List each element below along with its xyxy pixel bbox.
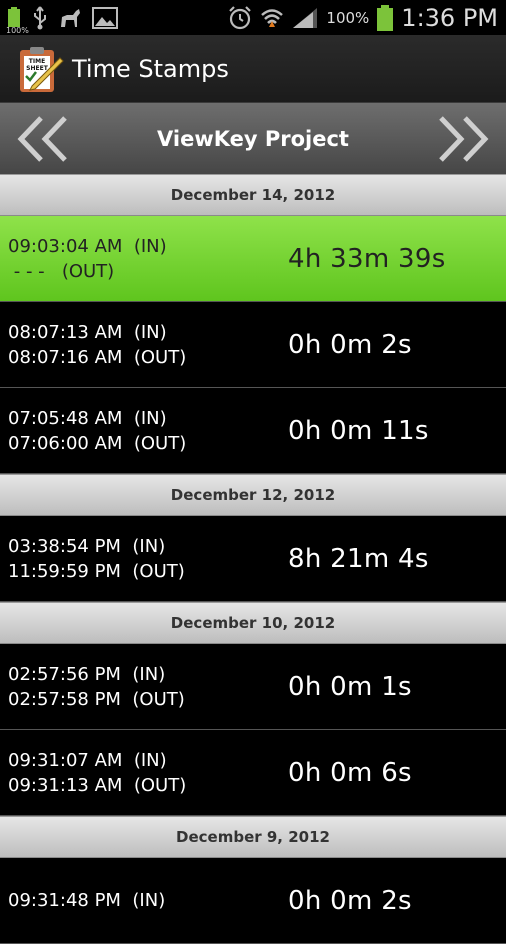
timestamp-entry[interactable]: 03:38:54 PM (IN) 11:59:59 PM (OUT) 8h 21…: [0, 516, 506, 602]
clock: 1:36 PM: [401, 3, 498, 32]
double-chevron-left-icon: [17, 115, 67, 162]
app-titlebar: TIME SHEET Time Stamps: [0, 35, 506, 103]
battery-icon: [377, 4, 394, 31]
timestamp-entry[interactable]: 09:31:07 AM (IN) 09:31:13 AM (OUT) 0h 0m…: [0, 730, 506, 816]
clock-out-time: 07:06:00 AM (OUT): [8, 432, 187, 454]
date-header: December 12, 2012: [0, 474, 506, 516]
timestamp-entry-active[interactable]: 09:03:04 AM (IN) - - - (OUT) 4h 33m 39s: [0, 216, 506, 302]
alarm-icon: [229, 5, 252, 29]
clock-in-time: 08:07:13 AM (IN): [8, 321, 167, 343]
signal-icon: [293, 7, 318, 28]
entry-duration: 0h 0m 2s: [288, 885, 412, 916]
entry-duration: 0h 0m 6s: [288, 757, 412, 788]
previous-project-button[interactable]: [12, 113, 74, 165]
project-bar: ViewKey Project: [0, 103, 506, 174]
status-bar: 100% 100% 1:36 PM: [0, 0, 506, 35]
battery-small-percent: 100%: [6, 25, 29, 35]
clock-out-time: 11:59:59 PM (OUT): [8, 560, 185, 582]
app-title: Time Stamps: [72, 54, 229, 83]
timestamp-entry[interactable]: 08:07:13 AM (IN) 08:07:16 AM (OUT) 0h 0m…: [0, 302, 506, 388]
date-header: December 14, 2012: [0, 174, 506, 216]
project-name: ViewKey Project: [157, 126, 349, 151]
clock-out-time: 09:31:13 AM (OUT): [8, 774, 187, 796]
usb-icon: [34, 5, 46, 29]
entry-duration: 0h 0m 11s: [288, 415, 429, 446]
clock-in-time: 03:38:54 PM (IN): [8, 535, 166, 557]
next-project-button[interactable]: [432, 113, 494, 165]
clock-in-time: 09:31:48 PM (IN): [8, 890, 166, 911]
date-header: December 9, 2012: [0, 816, 506, 858]
timesheet-clipboard-icon[interactable]: TIME SHEET: [18, 46, 64, 92]
clock-out-time: 02:57:58 PM (OUT): [8, 688, 185, 710]
image-icon: [92, 6, 118, 29]
animal-icon: [61, 8, 80, 27]
timestamp-list[interactable]: December 14, 2012 09:03:04 AM (IN) - - -…: [0, 174, 506, 944]
timestamp-entry[interactable]: 09:31:48 PM (IN) 0h 0m 2s: [0, 858, 506, 944]
timestamp-entry[interactable]: 07:05:48 AM (IN) 07:06:00 AM (OUT) 0h 0m…: [0, 388, 506, 474]
entry-duration: 4h 33m 39s: [288, 243, 446, 274]
entry-duration: 8h 21m 4s: [288, 543, 429, 574]
battery-percent: 100%: [326, 8, 370, 27]
entry-duration: 0h 0m 1s: [288, 671, 412, 702]
clock-out-time: - - - (OUT): [8, 260, 115, 282]
battery-small-icon: 100%: [6, 6, 29, 35]
double-chevron-right-icon: [439, 115, 489, 162]
date-header: December 10, 2012: [0, 602, 506, 644]
clock-out-time: 08:07:16 AM (OUT): [8, 346, 187, 368]
clock-in-time: 09:03:04 AM (IN): [8, 235, 167, 257]
clock-in-time: 07:05:48 AM (IN): [8, 407, 167, 429]
timestamp-entry[interactable]: 02:57:56 PM (IN) 02:57:58 PM (OUT) 0h 0m…: [0, 644, 506, 730]
clock-in-time: 02:57:56 PM (IN): [8, 663, 166, 685]
icon-label: TIME SHEET: [26, 57, 48, 72]
entry-duration: 0h 0m 2s: [288, 329, 412, 360]
wifi-icon: [261, 8, 284, 27]
clock-in-time: 09:31:07 AM (IN): [8, 749, 167, 771]
